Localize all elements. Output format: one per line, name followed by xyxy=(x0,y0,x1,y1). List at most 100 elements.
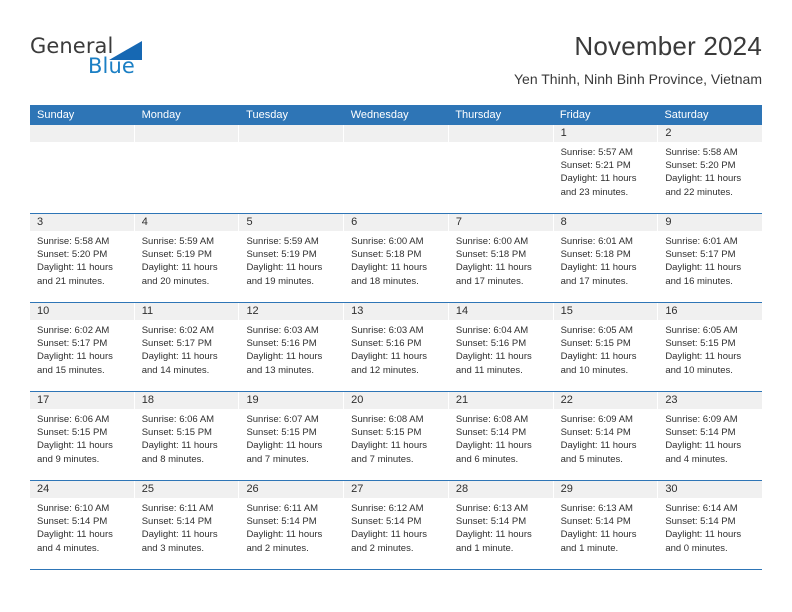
calendar-page: General Blue November 2024 Yen Thinh, Ni… xyxy=(0,0,792,612)
calendar-day-cell[interactable]: 1 Sunrise: 5:57 AM Sunset: 5:21 PM Daylight… xyxy=(553,125,659,213)
calendar-day-cell[interactable]: 25 Sunrise: 6:11 AM Sunset: 5:14 PM Dayligh… xyxy=(134,481,240,569)
sunset-text: Sunset: 5:15 PM xyxy=(351,427,422,439)
calendar-day-cell[interactable]: 13 Sunrise: 6:03 AM Sunset: 5:16 PM Dayligh… xyxy=(344,303,449,391)
sunrise-text: Sunrise: 6:00 AM xyxy=(351,236,424,247)
weekday-header-friday: Friday xyxy=(559,109,591,121)
day-info: Sunrise: 6:06 AM Sunset: 5:15 PM Daylight:… xyxy=(135,409,239,466)
day-info: Sunrise: 6:00 AM Sunset: 5:18 PM Daylight:… xyxy=(344,231,448,288)
sunrise-text: Sunrise: 6:14 AM xyxy=(665,503,738,514)
daylight-text-line2: and 16 minutes. xyxy=(665,275,733,287)
sunset-text: Sunset: 5:14 PM xyxy=(455,516,527,528)
calendar-day-cell[interactable]: 11 Sunrise: 6:02 AM Sunset: 5:17 PM Dayligh… xyxy=(134,303,240,391)
day-info: Sunrise: 6:09 AM Sunset: 5:14 PM Daylight:… xyxy=(554,409,658,466)
calendar-day-cell[interactable]: 10 Sunrise: 6:02 AM Sunset: 5:17 PM Dayligh… xyxy=(30,303,135,391)
day-number: 26 xyxy=(246,483,259,495)
daylight-text-line1: Daylight: 11 hours xyxy=(560,173,637,185)
daylight-text-line1: Daylight: 11 hours xyxy=(141,351,218,363)
day-number: 29 xyxy=(560,483,573,495)
calendar-day-cell[interactable]: 15 Sunrise: 6:05 AM Sunset: 5:15 PM Dayligh… xyxy=(553,303,659,391)
sunrise-text: Sunrise: 5:58 AM xyxy=(665,147,738,158)
daylight-text-line1: Daylight: 11 hours xyxy=(560,351,637,363)
calendar-day-cell[interactable]: 21 Sunrise: 6:08 AM Sunset: 5:14 PM Dayligh… xyxy=(448,392,554,480)
day-number-strip: 16 xyxy=(658,303,763,320)
day-number-strip: 19 xyxy=(239,392,344,409)
day-number-strip: 22 xyxy=(553,392,658,409)
daylight-text-line2: and 8 minutes. xyxy=(141,453,205,465)
daylight-text-line2: and 14 minutes. xyxy=(141,364,210,376)
daylight-text-line2: and 11 minutes. xyxy=(455,364,523,376)
calendar-day-cell[interactable]: 24 Sunrise: 6:10 AM Sunset: 5:14 PM Dayligh… xyxy=(30,481,135,569)
daylight-text-line2: and 1 minute. xyxy=(455,542,514,554)
calendar-day-cell[interactable]: 6 Sunrise: 6:00 AM Sunset: 5:18 PM Daylight… xyxy=(344,214,449,302)
day-info: Sunrise: 5:59 AM Sunset: 5:19 PM Daylight:… xyxy=(135,231,239,288)
day-info: Sunrise: 6:11 AM Sunset: 5:14 PM Daylight:… xyxy=(239,498,343,555)
general-blue-logo[interactable]: General Blue xyxy=(30,34,210,94)
day-number-strip xyxy=(239,125,344,142)
day-number: 12 xyxy=(246,305,259,317)
day-info: Sunrise: 6:07 AM Sunset: 5:15 PM Daylight:… xyxy=(239,409,343,466)
day-number: 4 xyxy=(141,216,148,228)
calendar-day-cell[interactable]: 19 Sunrise: 6:07 AM Sunset: 5:15 PM Dayligh… xyxy=(239,392,345,480)
day-info: Sunrise: 6:08 AM Sunset: 5:14 PM Daylight:… xyxy=(449,409,553,466)
day-number-strip: 10 xyxy=(30,303,134,320)
day-number-strip xyxy=(448,125,553,142)
day-number-strip: 21 xyxy=(448,392,553,409)
calendar-day-cell[interactable]: 26 Sunrise: 6:11 AM Sunset: 5:14 PM Dayligh… xyxy=(239,481,345,569)
weekday-header-monday: Monday xyxy=(141,109,181,121)
sunrise-text: Sunrise: 5:59 AM xyxy=(141,236,215,247)
calendar-week-row: 10 Sunrise: 6:02 AM Sunset: 5:17 PM Dayligh… xyxy=(30,302,763,391)
calendar-day-cell[interactable]: 5 Sunrise: 5:59 AM Sunset: 5:19 PM Daylight… xyxy=(239,214,345,302)
calendar-day-cell[interactable]: 23 Sunrise: 6:09 AM Sunset: 5:14 PM Dayligh… xyxy=(658,392,763,480)
sunrise-text: Sunrise: 6:01 AM xyxy=(665,236,738,247)
calendar-day-cell[interactable]: 16 Sunrise: 6:05 AM Sunset: 5:15 PM Dayligh… xyxy=(658,303,763,391)
daylight-text-line2: and 9 minutes. xyxy=(37,453,100,465)
daylight-text-line1: Daylight: 11 hours xyxy=(246,529,323,541)
sunrise-text: Sunrise: 6:07 AM xyxy=(246,414,319,425)
calendar-day-cell[interactable]: 22 Sunrise: 6:09 AM Sunset: 5:14 PM Dayligh… xyxy=(553,392,659,480)
sunrise-text: Sunrise: 6:08 AM xyxy=(455,414,529,425)
day-number-strip: 23 xyxy=(658,392,763,409)
daylight-text-line1: Daylight: 11 hours xyxy=(37,529,113,541)
day-number-strip: 28 xyxy=(448,481,553,498)
day-number-strip: 24 xyxy=(30,481,134,498)
sunset-text: Sunset: 5:15 PM xyxy=(560,338,631,350)
day-number: 16 xyxy=(665,305,678,317)
calendar-day-cell[interactable]: 14 Sunrise: 6:04 AM Sunset: 5:16 PM Dayligh… xyxy=(448,303,554,391)
calendar-day-cell[interactable]: 8 Sunrise: 6:01 AM Sunset: 5:18 PM Daylight… xyxy=(553,214,659,302)
sunrise-text: Sunrise: 6:09 AM xyxy=(665,414,738,425)
sunrise-text: Sunrise: 6:03 AM xyxy=(351,325,424,336)
day-info: Sunrise: 6:01 AM Sunset: 5:18 PM Daylight:… xyxy=(554,231,658,288)
daylight-text-line2: and 2 minutes. xyxy=(246,542,309,554)
calendar-day-cell[interactable]: 29 Sunrise: 6:13 AM Sunset: 5:14 PM Dayligh… xyxy=(553,481,659,569)
sunset-text: Sunset: 5:20 PM xyxy=(665,160,736,172)
daylight-text-line1: Daylight: 11 hours xyxy=(455,262,532,274)
calendar-day-cell[interactable]: 18 Sunrise: 6:06 AM Sunset: 5:15 PM Dayligh… xyxy=(134,392,240,480)
day-number-strip: 20 xyxy=(344,392,448,409)
calendar-day-cell[interactable]: 30 Sunrise: 6:14 AM Sunset: 5:14 PM Dayligh… xyxy=(658,481,763,569)
calendar-day-cell-empty xyxy=(239,125,345,213)
calendar-day-cell[interactable]: 2 Sunrise: 5:58 AM Sunset: 5:20 PM Daylight… xyxy=(658,125,763,213)
calendar-day-cell[interactable]: 9 Sunrise: 6:01 AM Sunset: 5:17 PM Daylight… xyxy=(658,214,763,302)
calendar-day-cell[interactable]: 12 Sunrise: 6:03 AM Sunset: 5:16 PM Dayligh… xyxy=(239,303,345,391)
calendar-day-cell-empty xyxy=(30,125,135,213)
sunset-text: Sunset: 5:14 PM xyxy=(37,516,108,528)
sunset-text: Sunset: 5:15 PM xyxy=(665,338,736,350)
daylight-text-line1: Daylight: 11 hours xyxy=(246,351,323,363)
daylight-text-line2: and 6 minutes. xyxy=(455,453,519,465)
day-number: 19 xyxy=(246,394,259,406)
sunrise-text: Sunrise: 6:11 AM xyxy=(246,503,319,514)
calendar-day-cell[interactable]: 3 Sunrise: 5:58 AM Sunset: 5:20 PM Daylight… xyxy=(30,214,135,302)
calendar-day-cell[interactable]: 20 Sunrise: 6:08 AM Sunset: 5:15 PM Dayligh… xyxy=(344,392,449,480)
daylight-text-line2: and 7 minutes. xyxy=(246,453,309,465)
calendar-day-cell[interactable]: 7 Sunrise: 6:00 AM Sunset: 5:18 PM Daylight… xyxy=(448,214,554,302)
page-title: November 2024 xyxy=(574,31,762,61)
calendar-day-cell[interactable]: 4 Sunrise: 5:59 AM Sunset: 5:19 PM Daylight… xyxy=(134,214,240,302)
sunrise-text: Sunrise: 6:13 AM xyxy=(560,503,633,514)
daylight-text-line1: Daylight: 11 hours xyxy=(665,440,742,452)
daylight-text-line1: Daylight: 11 hours xyxy=(351,440,428,452)
calendar-day-cell[interactable]: 28 Sunrise: 6:13 AM Sunset: 5:14 PM Dayligh… xyxy=(448,481,554,569)
calendar-day-cell[interactable]: 27 Sunrise: 6:12 AM Sunset: 5:14 PM Dayligh… xyxy=(344,481,449,569)
day-number-strip: 18 xyxy=(134,392,239,409)
sunset-text: Sunset: 5:15 PM xyxy=(37,427,108,439)
calendar-day-cell[interactable]: 17 Sunrise: 6:06 AM Sunset: 5:15 PM Dayligh… xyxy=(30,392,135,480)
